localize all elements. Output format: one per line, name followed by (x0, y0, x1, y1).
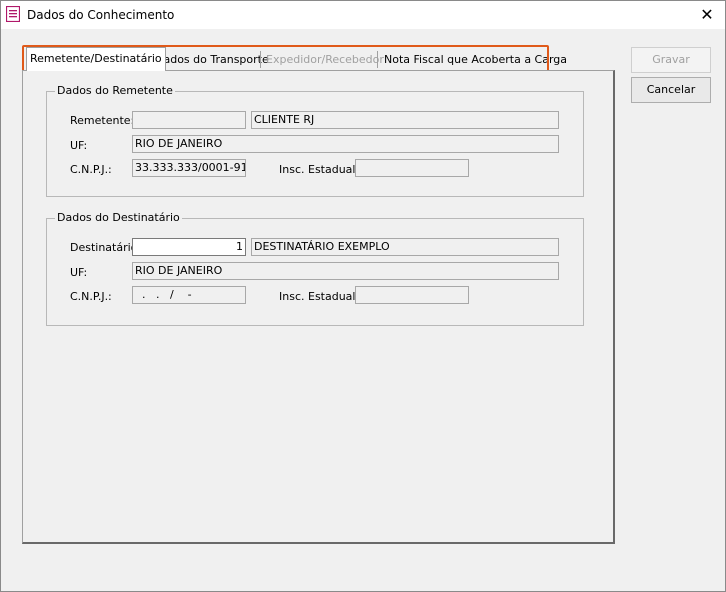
close-button[interactable]: ✕ (689, 1, 725, 29)
remetente-ie-field[interactable] (355, 159, 469, 177)
document-icon (6, 6, 20, 22)
cancel-button[interactable]: Cancelar (631, 77, 711, 103)
remetente-ie-label: Insc. Estadual: (279, 163, 360, 176)
destinatario-uf-label: UF: (70, 266, 88, 279)
remetente-group-title: Dados do Remetente (55, 84, 175, 97)
destinatario-group-title: Dados do Destinatário (55, 211, 182, 224)
remetente-cnpj-label: C.N.P.J.: (70, 163, 112, 176)
destinatario-uf-field[interactable]: RIO DE JANEIRO (132, 262, 559, 280)
window-title: Dados do Conhecimento (27, 8, 175, 22)
remetente-group: Dados do Remetente Remetente: CLIENTE RJ… (46, 84, 584, 197)
title-bar: Dados do Conhecimento ✕ (1, 1, 725, 29)
destinatario-code-field[interactable]: 1 (132, 238, 246, 256)
remetente-name-field[interactable]: CLIENTE RJ (251, 111, 559, 129)
destinatario-ie-field[interactable] (355, 286, 469, 304)
remetente-code-field[interactable] (132, 111, 246, 129)
remetente-uf-label: UF: (70, 139, 88, 152)
tab-remetente-destinatario[interactable]: Remetente/Destinatário (26, 47, 166, 71)
destinatario-group: Dados do Destinatário Destinatário: 1 DE… (46, 211, 584, 326)
destinatario-cnpj-label: C.N.P.J.: (70, 290, 112, 303)
remetente-cnpj-field[interactable]: 33.333.333/0001-91 (132, 159, 246, 177)
destinatario-name-field[interactable]: DESTINATÁRIO EXEMPLO (251, 238, 559, 256)
destinatario-ie-label: Insc. Estadual: (279, 290, 360, 303)
destinatario-cnpj-field[interactable]: . . / - (132, 286, 246, 304)
remetente-label: Remetente: (70, 114, 135, 127)
remetente-uf-field[interactable]: RIO DE JANEIRO (132, 135, 559, 153)
destinatario-label: Destinatário: (70, 241, 142, 254)
dialog-window: Dados do Conhecimento ✕ Remetente/Destin… (0, 0, 726, 592)
tab-panel: Dados do Remetente Remetente: CLIENTE RJ… (22, 70, 615, 544)
save-button[interactable]: Gravar (631, 47, 711, 73)
